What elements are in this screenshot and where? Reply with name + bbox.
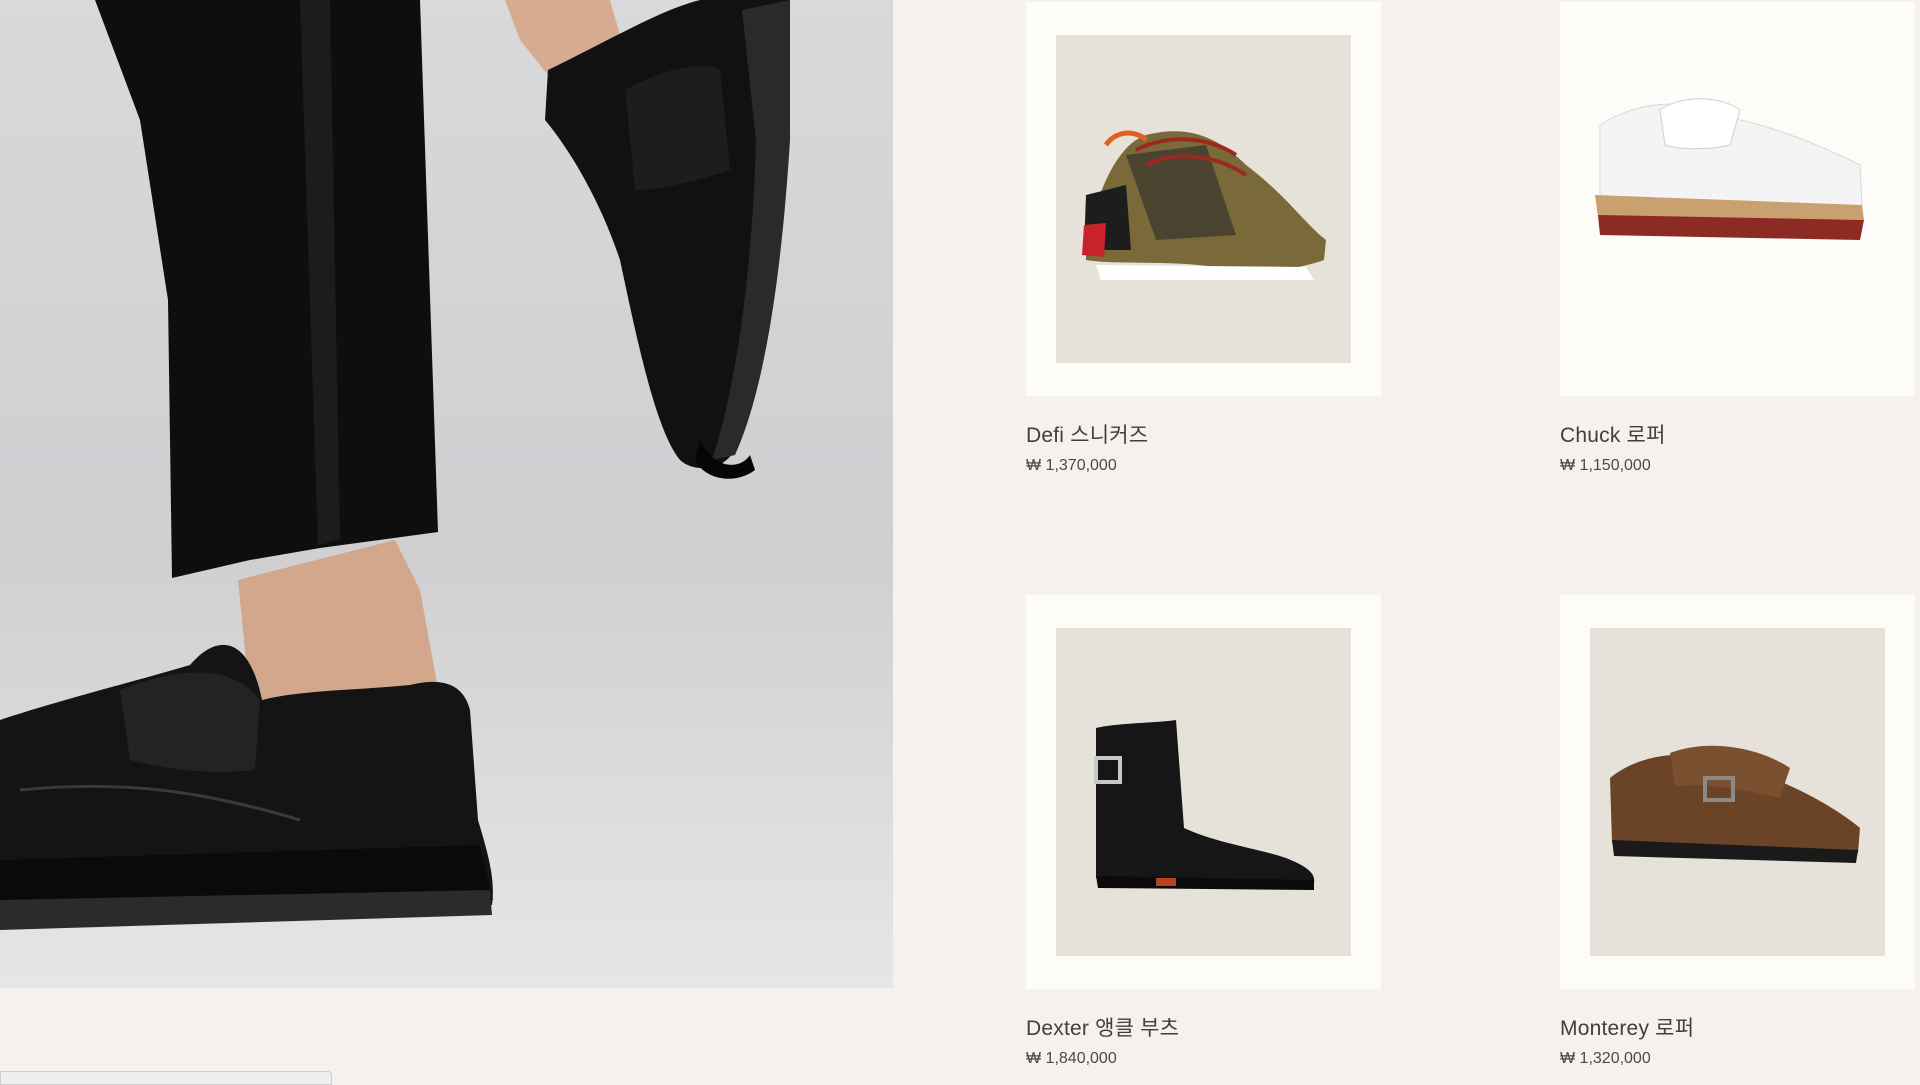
ankle-boot-image	[1056, 628, 1351, 956]
product-name[interactable]: Chuck 로퍼	[1560, 419, 1666, 449]
product-card-defi[interactable]	[1026, 2, 1381, 396]
product-name[interactable]: Defi 스니커즈	[1026, 419, 1148, 449]
product-name[interactable]: Dexter 앵클 부츠	[1026, 1012, 1179, 1042]
white-loafer-image	[1590, 35, 1885, 363]
hero-image[interactable]	[0, 0, 893, 988]
product-price: ₩ 1,370,000	[1026, 457, 1117, 474]
black-loafers-lifestyle-image	[0, 0, 790, 930]
product-price: ₩ 1,840,000	[1026, 1050, 1117, 1067]
browser-status-bar	[0, 1071, 332, 1085]
product-price: ₩ 1,150,000	[1560, 457, 1651, 474]
product-card-monterey[interactable]	[1560, 595, 1915, 989]
product-price: ₩ 1,320,000	[1560, 1050, 1651, 1067]
product-card-dexter[interactable]	[1026, 595, 1381, 989]
sneaker-image	[1056, 35, 1351, 363]
product-name[interactable]: Monterey 로퍼	[1560, 1012, 1694, 1042]
product-card-chuck[interactable]	[1560, 2, 1915, 396]
brown-loafer-image	[1590, 628, 1885, 956]
